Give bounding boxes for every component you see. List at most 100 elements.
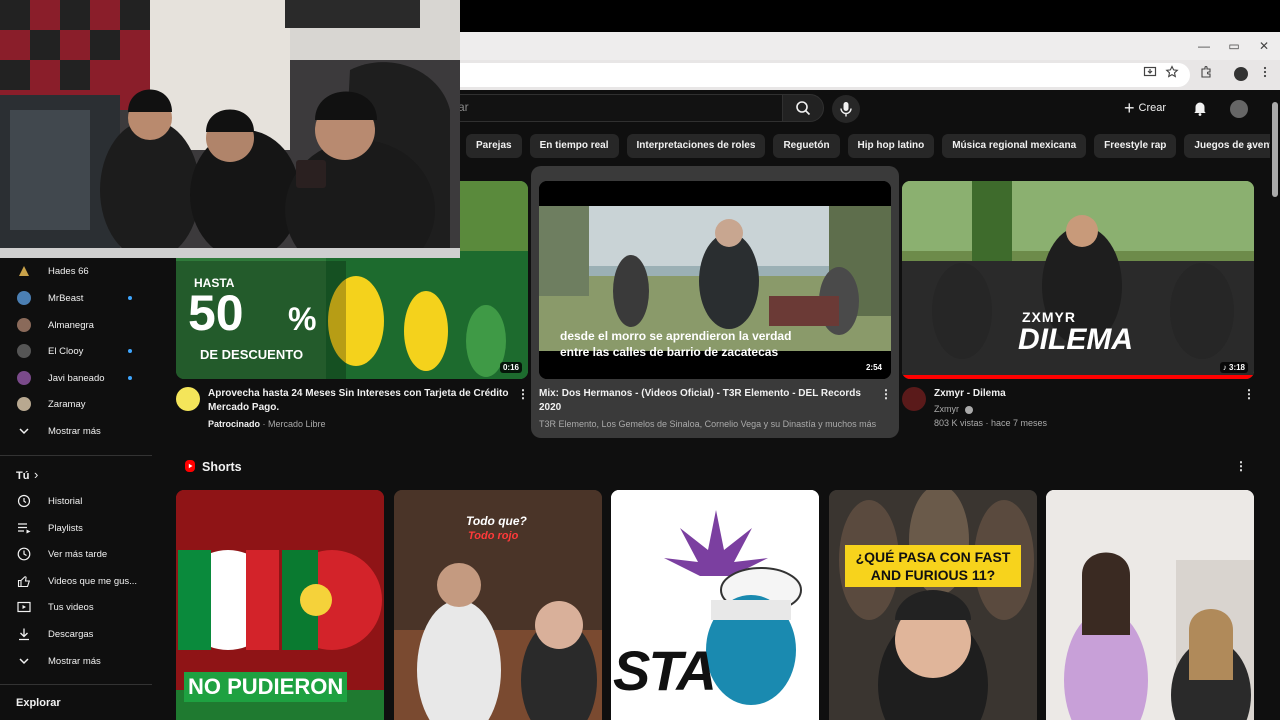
- subscription-name: Zaramay: [48, 398, 86, 410]
- close-window-button[interactable]: ✕: [1254, 36, 1274, 56]
- maximize-button[interactable]: ▭: [1224, 36, 1244, 56]
- scrollbar-thumb[interactable]: [1272, 102, 1278, 197]
- channel-avatar: [17, 264, 31, 278]
- verified-badge-icon: [964, 405, 973, 414]
- caption-line-1: desde el morro se aprendieron la verdad: [560, 329, 792, 343]
- chevron-right-icon: ›: [34, 467, 39, 482]
- thumbnail-title-text: DILEMA: [1018, 323, 1133, 356]
- sidebar-subscription[interactable]: El Clooy: [0, 338, 152, 364]
- subscription-name: Almanegra: [48, 319, 94, 331]
- sidebar-subscription[interactable]: Zaramay: [0, 391, 152, 417]
- sidebar-show-more-2[interactable]: Mostrar más: [0, 648, 152, 674]
- promo-big-text: 50: [188, 285, 244, 341]
- chevron-down-icon: [17, 654, 31, 668]
- promo-bottom-text: DE DESCUENTO: [200, 347, 304, 362]
- short-overlay-text: NO PUDIERON: [184, 672, 348, 702]
- bookmark-star-icon[interactable]: [1163, 65, 1181, 83]
- video-title[interactable]: Aprovecha hasta 24 Meses Sin Intereses c…: [208, 387, 513, 415]
- short-overlay-text: ¿QUÉ PASA CON FAST AND FURIOUS 11?: [845, 545, 1021, 587]
- short-5-art: [1046, 490, 1254, 720]
- sidebar-explore-header[interactable]: Explorar: [0, 690, 152, 716]
- video-stats: 803 K vistas · hace 7 meses: [934, 418, 1048, 428]
- you-header-label: Tú: [16, 470, 30, 482]
- more-actions-icon[interactable]: ⋮: [517, 387, 529, 401]
- plus-icon: +: [1124, 98, 1135, 118]
- channel-avatar: [17, 344, 31, 358]
- channel-avatar: [17, 291, 31, 305]
- playlists-icon: [17, 521, 31, 535]
- duration-badge: 2:54: [862, 362, 885, 373]
- account-avatar[interactable]: [1230, 100, 1248, 118]
- explore-header-label: Explorar: [16, 697, 61, 709]
- sidebar-item-downloads[interactable]: Descargas: [0, 621, 152, 647]
- short-thumbnail[interactable]: NO PUDIERON: [176, 490, 384, 720]
- create-button[interactable]: + Crear: [1124, 97, 1166, 119]
- sidebar-item-history[interactable]: Historial: [0, 488, 152, 514]
- sidebar-item-playlists[interactable]: Playlists: [0, 515, 152, 541]
- chip[interactable]: Interpretaciones de roles: [626, 134, 766, 158]
- duration-badge: 0:16: [499, 362, 522, 373]
- browser-menu-icon[interactable]: [1256, 65, 1274, 83]
- sidebar-item-watch-later[interactable]: Ver más tarde: [0, 541, 152, 567]
- more-actions-icon[interactable]: ⋮: [1243, 387, 1255, 401]
- voice-search-button[interactable]: [832, 95, 860, 123]
- short-thumbnail[interactable]: STA: [611, 490, 819, 720]
- search-button[interactable]: [782, 94, 824, 122]
- show-more-label: Mostrar más: [48, 655, 101, 667]
- subscription-name: Hades 66: [48, 265, 89, 277]
- caption-line-2: entre las calles de barrio de zacatecas: [560, 345, 779, 359]
- screen: — ▭ ✕ ar + Crear Parejas En tiempo real …: [0, 0, 1280, 720]
- channel-avatar: [17, 371, 31, 385]
- webcam-art: [0, 0, 460, 258]
- video-title[interactable]: Mix: Dos Hermanos - (Videos Oficial) - T…: [539, 387, 869, 415]
- sidebar-show-more[interactable]: Mostrar más: [0, 418, 152, 444]
- channel-avatar: [17, 397, 31, 411]
- channel-avatar[interactable]: [902, 387, 926, 411]
- short-thumbnail[interactable]: ¿QUÉ PASA CON FAST AND FURIOUS 11?: [829, 490, 1037, 720]
- sidebar-item-label: Descargas: [48, 628, 94, 640]
- short-thumbnail[interactable]: [1046, 490, 1254, 720]
- chips-bar: Parejas En tiempo real Interpretaciones …: [466, 134, 1280, 158]
- sidebar-item-label: Historial: [48, 495, 83, 507]
- chip[interactable]: En tiempo real: [529, 134, 619, 158]
- sidebar-subscription[interactable]: MrBeast: [0, 285, 152, 311]
- new-content-dot: [128, 376, 132, 380]
- shorts-more-icon[interactable]: ⋮: [1235, 459, 1247, 473]
- notifications-bell-icon[interactable]: [1191, 99, 1209, 117]
- more-actions-icon[interactable]: ⋮: [880, 387, 892, 401]
- advertiser-avatar[interactable]: [176, 387, 200, 411]
- extensions-icon[interactable]: [1197, 65, 1215, 83]
- subscription-name: El Clooy: [48, 345, 84, 357]
- minimize-button[interactable]: —: [1194, 36, 1214, 56]
- chip[interactable]: Juegos de aventura y acción: [1184, 134, 1280, 158]
- chip[interactable]: Freestyle rap: [1094, 134, 1177, 158]
- short-overlay-text-1: Todo que?: [466, 514, 527, 528]
- sidebar-subscription[interactable]: Hades 66: [0, 258, 152, 284]
- show-more-label: Mostrar más: [48, 425, 101, 437]
- video-thumbnail[interactable]: desde el morro se aprendieron la verdad …: [539, 181, 891, 379]
- install-app-icon[interactable]: [1141, 65, 1159, 83]
- chip[interactable]: Parejas: [466, 134, 522, 158]
- chip[interactable]: Música regional mexicana: [942, 134, 1087, 158]
- sidebar-you-header[interactable]: Tú ›: [0, 462, 152, 488]
- sidebar-item-label: Videos que me gus...: [48, 575, 138, 587]
- your-videos-icon: [17, 600, 31, 614]
- channel-name[interactable]: Zxmyr: [934, 404, 959, 414]
- sidebar-item-label: Ver más tarde: [48, 548, 108, 560]
- browser-profile-avatar[interactable]: [1234, 67, 1248, 81]
- sidebar-item-liked-videos[interactable]: Videos que me gus...: [0, 568, 152, 594]
- sponsored-label: Patrocinado: [208, 419, 261, 429]
- video-title[interactable]: Zxmyr - Dilema: [934, 387, 1234, 401]
- new-content-dot: [128, 349, 132, 353]
- sidebar-item-your-videos[interactable]: Tus videos: [0, 594, 152, 620]
- sidebar-subscription[interactable]: Javi baneado: [0, 365, 152, 391]
- chip[interactable]: Hip hop latino: [847, 134, 935, 158]
- sidebar-subscription[interactable]: Almanegra: [0, 312, 152, 338]
- webcam-overlay: [0, 0, 460, 258]
- download-icon: [17, 627, 31, 641]
- video-meta: T3R Elemento, Los Gemelos de Sinaloa, Co…: [539, 419, 877, 429]
- chips-next-chevron-icon[interactable]: ›: [1237, 134, 1263, 158]
- chip[interactable]: Reguetón: [773, 134, 840, 158]
- short-thumbnail[interactable]: Todo que? Todo rojo: [394, 490, 602, 720]
- video-thumbnail[interactable]: ZXMYR DILEMA ♪ 3:18: [902, 181, 1254, 379]
